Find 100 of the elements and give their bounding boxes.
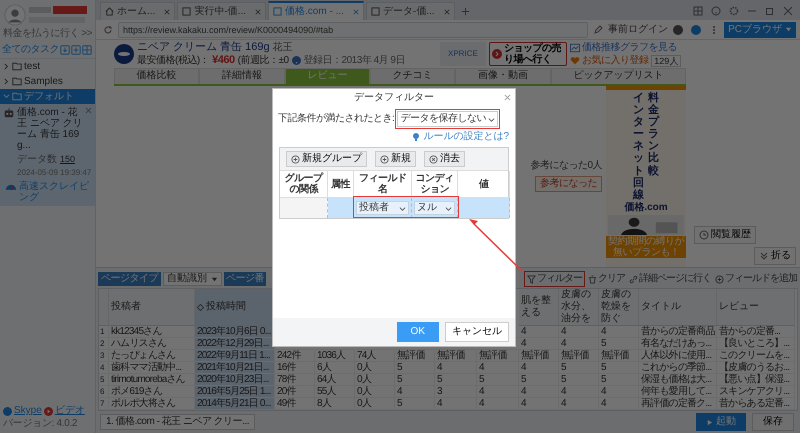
shop-name[interactable]: XPRICE bbox=[440, 42, 486, 66]
browser-mode-button[interactable]: PCブラウザ bbox=[724, 22, 796, 38]
column-header[interactable]: レビュー bbox=[717, 289, 795, 326]
filter-button[interactable]: フィルター bbox=[526, 273, 583, 285]
column-header[interactable]: 投稿時間 bbox=[195, 289, 275, 326]
favorite-link[interactable]: お気に入り登録 bbox=[570, 54, 648, 66]
table-cell: 昔からの定番... bbox=[717, 326, 795, 338]
close-icon[interactable] bbox=[164, 8, 170, 14]
table-cell: 8人 bbox=[315, 398, 355, 410]
reload-icon[interactable] bbox=[103, 24, 113, 34]
shop-button[interactable]: ショップの売り場へ行く bbox=[488, 42, 567, 66]
page-type-select[interactable]: 自動識別 bbox=[163, 272, 222, 286]
add-field-button[interactable]: フィールドを追加 bbox=[714, 273, 798, 285]
condition-select[interactable]: ヌル bbox=[414, 201, 455, 215]
close-icon[interactable] bbox=[504, 94, 511, 101]
field-select[interactable]: 投稿者 bbox=[356, 201, 409, 215]
profile-icon[interactable] bbox=[691, 24, 702, 34]
help-icon[interactable] bbox=[711, 6, 721, 16]
chevron-icon[interactable] bbox=[3, 78, 10, 85]
task-card[interactable]: 価格.com - 花王 ニベア クリーム 青缶 169g... データ数 150 2024-05-09 19:39:47 高速スクレイピング bbox=[0, 104, 95, 206]
help-link[interactable]: ルールの設定とは? bbox=[411, 131, 509, 143]
import-icon[interactable] bbox=[60, 45, 70, 55]
profile-icon[interactable] bbox=[673, 24, 684, 34]
row-number: 4 bbox=[99, 362, 109, 374]
ok-button[interactable]: OK bbox=[396, 322, 439, 342]
add-icon[interactable] bbox=[71, 45, 81, 55]
diamond-icon bbox=[197, 304, 204, 310]
action-select[interactable]: データを保存しない bbox=[397, 111, 498, 127]
start-button[interactable]: 起動 bbox=[696, 413, 746, 431]
tree-item[interactable]: デフォルト bbox=[0, 89, 95, 104]
table-cell: スキンケアクリ... bbox=[717, 386, 795, 398]
help-icon[interactable] bbox=[292, 56, 301, 65]
browser-tab[interactable]: データ-価... bbox=[366, 2, 455, 20]
maximize-icon[interactable] bbox=[765, 6, 775, 16]
close-icon[interactable] bbox=[255, 8, 262, 14]
close-icon[interactable] bbox=[783, 6, 793, 16]
price-chart-link[interactable]: 価格推移グラフを見る bbox=[570, 42, 682, 54]
table-cell: 5 bbox=[559, 362, 599, 374]
column-header: 値 bbox=[478, 178, 488, 190]
chevron-icon[interactable] bbox=[3, 93, 10, 100]
history-button[interactable]: 閲覧履歴 bbox=[694, 226, 756, 244]
upgrade-link[interactable]: 料金を払うに行く >> bbox=[3, 26, 92, 42]
table-cell: 無評価 bbox=[599, 350, 639, 362]
page-tab[interactable]: ピックアップリスト bbox=[550, 68, 686, 84]
chart-icon bbox=[570, 42, 580, 52]
clear-button[interactable]: クリア bbox=[587, 273, 626, 285]
column-header[interactable]: 投稿者 bbox=[109, 289, 195, 326]
new-tab-icon[interactable] bbox=[460, 7, 470, 16]
task-tab[interactable]: 1. 価格.com - 花王 ニベア クリー... bbox=[100, 414, 256, 430]
page-tab[interactable]: 詳細情報 bbox=[199, 68, 285, 84]
browser-tab[interactable]: ホーム... bbox=[100, 2, 176, 20]
add-button[interactable]: 新規グループ bbox=[286, 151, 367, 167]
cancel-button[interactable]: キャンセル bbox=[445, 322, 509, 342]
play-icon bbox=[706, 418, 713, 426]
row-number: 6 bbox=[99, 386, 109, 398]
close-icon[interactable] bbox=[85, 107, 92, 114]
data-count[interactable]: 150 bbox=[60, 153, 76, 165]
save-button[interactable]: 保存 bbox=[752, 413, 794, 431]
price: ¥460 bbox=[212, 54, 235, 66]
page-tab[interactable]: 価格比較 bbox=[114, 68, 200, 84]
helpful-count: 参考になった0人 bbox=[530, 160, 602, 172]
close-icon[interactable] bbox=[352, 8, 359, 14]
pencil-icon[interactable] bbox=[593, 24, 604, 34]
add-button[interactable]: 新規 bbox=[375, 151, 416, 167]
table-cell: 5 bbox=[395, 362, 435, 374]
browser-tab[interactable]: 実行中-価... bbox=[177, 2, 266, 20]
avatar-icon[interactable] bbox=[4, 4, 26, 26]
page-tab[interactable]: クチコミ bbox=[370, 68, 456, 84]
footer-link[interactable]: Skype bbox=[14, 405, 42, 417]
address-field[interactable]: https://review.kakaku.com/review/K0000494090/#tab bbox=[118, 22, 588, 38]
column-header[interactable]: 肌を整える bbox=[519, 289, 559, 326]
column-header[interactable]: 皮膚の水分、油分を bbox=[559, 289, 599, 326]
apps-icon[interactable] bbox=[693, 6, 703, 16]
table-cell: 4 bbox=[395, 386, 435, 398]
delete-button[interactable]: 消去 bbox=[424, 151, 465, 167]
helpful-button[interactable]: 参考になった bbox=[535, 176, 602, 192]
tree-item[interactable]: Samples bbox=[0, 74, 95, 89]
browser-tab[interactable]: 価格.com - ... bbox=[268, 1, 364, 20]
collapse-button[interactable]: 折る bbox=[754, 247, 796, 265]
detail-page-button[interactable]: 詳細ページに行く bbox=[628, 273, 712, 285]
product-title[interactable]: ニベア クリーム 青缶 169g bbox=[137, 41, 270, 53]
ad-tagline: 契約期間の縛りが無いプランも！ bbox=[606, 236, 686, 258]
tree-item[interactable]: test bbox=[0, 59, 95, 74]
page-tab[interactable]: 画像・動画 bbox=[455, 68, 551, 84]
page-number-button[interactable]: ページ番 bbox=[224, 272, 266, 286]
settings-icon[interactable] bbox=[729, 6, 739, 16]
table-cell: 0人 bbox=[355, 386, 395, 398]
column-header[interactable]: 皮膚の乾燥を防ぐ bbox=[599, 289, 639, 326]
column-header[interactable]: タイトル bbox=[639, 289, 717, 326]
condition-label: 下記条件が満たされたとき: bbox=[278, 113, 394, 125]
chevron-icon[interactable] bbox=[3, 63, 10, 70]
login-link[interactable]: 事前ログイン bbox=[608, 24, 668, 36]
column-header: 属性 bbox=[331, 178, 350, 190]
close-icon[interactable] bbox=[444, 8, 450, 14]
table-cell[interactable] bbox=[328, 198, 354, 218]
footer-link[interactable]: ビデオ bbox=[54, 405, 85, 417]
ad-banner[interactable]: インターネット回線 料金プラン比較 価格.com 契約期間の縛りが無いプランも！ bbox=[606, 86, 686, 267]
table-cell: 【皮膚のうるお... bbox=[717, 362, 795, 374]
table-cell: 4 bbox=[559, 398, 599, 410]
grid-icon[interactable] bbox=[82, 45, 92, 55]
